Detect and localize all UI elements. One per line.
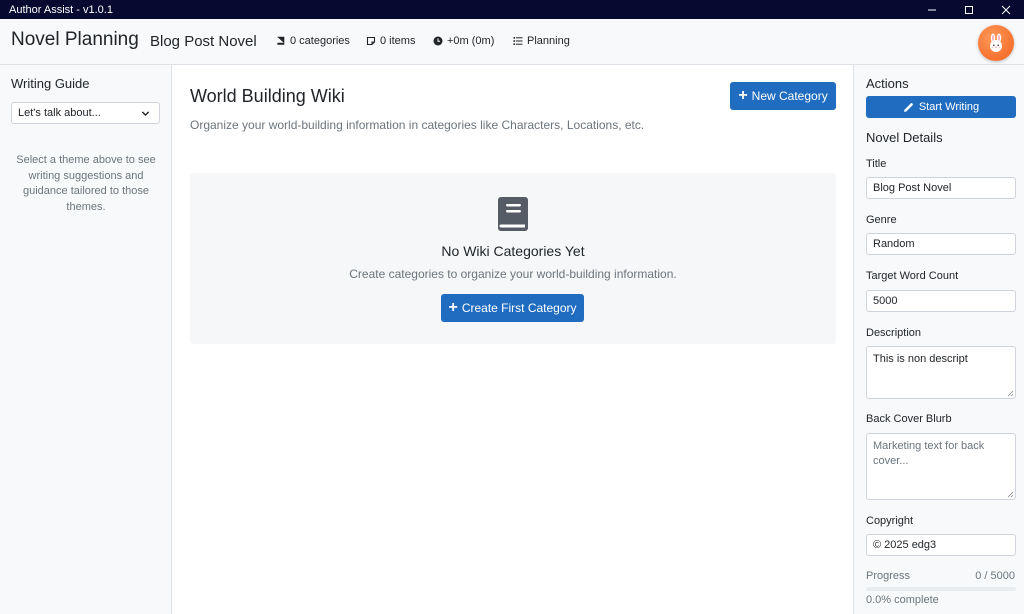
left-sidebar: Writing Guide Let's talk about... Select… [0, 65, 172, 614]
writing-guide-heading: Writing Guide [11, 76, 90, 91]
target-word-count-label: Target Word Count [866, 270, 959, 282]
window-titlebar: Author Assist - v1.0.1 [0, 0, 1024, 19]
minimize-button[interactable] [913, 0, 950, 19]
right-sidebar: Actions Start Writing Novel Details Titl… [853, 65, 1024, 614]
main-content: World Building Wiki Organize your world-… [172, 65, 853, 614]
categories-count: 0 categories [290, 35, 350, 47]
wiki-subtitle: Organize your world-building information… [190, 118, 645, 132]
start-writing-button[interactable]: Start Writing [866, 96, 1016, 118]
copyright-value: © 2025 edg3 [873, 539, 937, 551]
plus-icon: + [738, 87, 748, 104]
copyright-input[interactable]: © 2025 edg3 [866, 534, 1016, 556]
title-label: Title [866, 158, 887, 170]
user-avatar[interactable] [978, 25, 1014, 61]
window-controls [913, 0, 1024, 19]
categories-stat: 0 categories [276, 35, 350, 47]
resize-grip-icon[interactable] [1007, 491, 1014, 498]
book-icon [277, 36, 285, 45]
sticky-note-icon [366, 36, 376, 46]
back-cover-blurb-textarea[interactable]: Marketing text for back cover... [866, 433, 1016, 500]
progress-percent: 0.0% complete [866, 594, 939, 606]
maximize-icon [964, 5, 973, 14]
title-value: Blog Post Novel [873, 182, 952, 194]
items-stat: 0 items [366, 35, 415, 47]
description-textarea[interactable]: This is non descript [866, 346, 1016, 399]
clock-icon [433, 36, 443, 46]
chevron-down-icon [141, 111, 150, 116]
genre-label: Genre [866, 214, 897, 226]
target-word-count-value: 5000 [873, 295, 898, 307]
writing-guide-help: Select a theme above to see writing sugg… [16, 154, 156, 213]
theme-select[interactable]: Let's talk about... [11, 102, 160, 124]
progress-bar [866, 587, 1016, 591]
novel-name: Blog Post Novel [150, 33, 257, 50]
create-first-category-button[interactable]: + Create First Category [441, 294, 584, 322]
target-word-count-input[interactable]: 5000 [866, 290, 1016, 312]
genre-value: Random [873, 238, 915, 250]
close-button[interactable] [987, 0, 1024, 19]
time-value: +0m (0m) [447, 35, 495, 47]
genre-input[interactable]: Random [866, 233, 1016, 255]
actions-heading: Actions [866, 76, 909, 91]
title-input[interactable]: Blog Post Novel [866, 177, 1016, 199]
minimize-icon [927, 9, 936, 10]
novel-details-heading: Novel Details [866, 130, 943, 145]
back-cover-blurb-label: Back Cover Blurb [866, 413, 952, 425]
status-stat: Planning [513, 35, 570, 47]
resize-grip-icon[interactable] [1007, 390, 1014, 397]
app-header: Novel Planning Blog Post Novel 0 categor… [0, 19, 1024, 65]
items-count: 0 items [380, 35, 416, 47]
start-writing-label: Start Writing [918, 101, 980, 113]
close-icon [1001, 5, 1010, 14]
empty-state-subtitle: Create categories to organize your world… [349, 267, 677, 281]
list-icon [513, 37, 523, 45]
description-value: This is non descript [873, 353, 968, 365]
time-stat: +0m (0m) [433, 35, 494, 47]
bunny-icon [990, 33, 1002, 52]
create-first-category-label: Create First Category [461, 301, 577, 315]
pencil-icon [903, 102, 913, 112]
empty-state-card: No Wiki Categories Yet Create categories… [190, 173, 836, 344]
empty-state-title: No Wiki Categories Yet [441, 243, 585, 259]
theme-select-value: Let's talk about... [18, 107, 101, 119]
maximize-button[interactable] [950, 0, 987, 19]
new-category-button[interactable]: + New Category [730, 82, 836, 110]
progress-count: 0 / 5000 [975, 570, 1015, 582]
progress-label: Progress [866, 570, 911, 582]
description-label: Description [866, 327, 922, 339]
wiki-title: World Building Wiki [190, 86, 345, 106]
new-category-label: New Category [751, 89, 828, 103]
status-value: Planning [527, 35, 570, 47]
page-title: Novel Planning [11, 29, 139, 50]
copyright-label: Copyright [866, 515, 914, 527]
book-icon [498, 197, 528, 231]
back-cover-blurb-placeholder: Marketing text for back cover... [873, 440, 985, 467]
plus-icon: + [448, 299, 458, 316]
app-title: Author Assist - v1.0.1 [9, 3, 113, 16]
